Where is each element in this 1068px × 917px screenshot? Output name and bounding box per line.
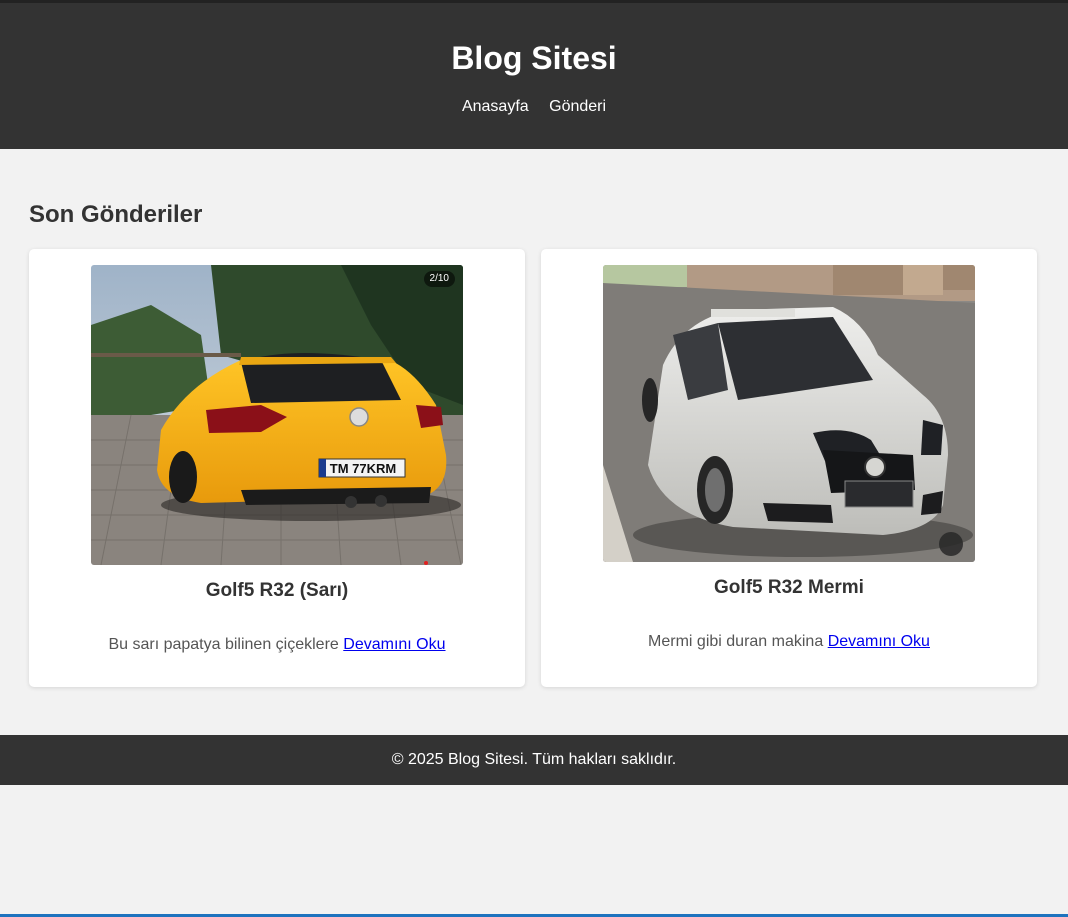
site-header: Blog Sitesi Anasayfa Gönderi: [0, 3, 1068, 149]
nav-link-anasayfa[interactable]: Anasayfa: [462, 98, 529, 115]
site-title: Blog Sitesi: [451, 40, 617, 76]
nav-link-gonderi[interactable]: Gönderi: [549, 98, 606, 115]
site-footer: © 2025 Blog Sitesi. Tüm hakları saklıdır…: [0, 735, 1068, 785]
license-plate: TM 77KRM: [330, 461, 396, 476]
main-nav: Anasayfa Gönderi: [0, 97, 1068, 117]
section-title: Son Gönderiler: [29, 201, 203, 228]
mute-icon[interactable]: [939, 532, 963, 556]
post-title: Golf5 R32 Mermi: [714, 577, 864, 598]
read-more-link[interactable]: Devamını Oku: [343, 636, 445, 653]
post-title: Golf5 R32 (Sarı): [205, 580, 349, 601]
post-excerpt-text: Mermi gibi duran makina: [648, 633, 824, 650]
copyright-text: © 2025 Blog Sitesi. Tüm hakları saklıdır…: [391, 751, 677, 768]
post-image[interactable]: TM 77KRM 2/10: [91, 265, 463, 565]
post-card: Golf5 R32 Mermi Mermi gibi duran makina …: [541, 249, 1037, 687]
white-golf-photo: [603, 265, 975, 562]
image-counter-badge: 2/10: [423, 271, 455, 287]
post-image[interactable]: [603, 265, 975, 562]
post-card: TM 77KRM 2/10 Golf5 R32 (Sarı) Bu sarı p…: [29, 249, 525, 687]
speaker-muted-icon: [939, 532, 975, 556]
post-excerpt-text: Bu sarı papatya bilinen çiçeklere: [108, 636, 339, 653]
read-more-link[interactable]: Devamını Oku: [828, 633, 930, 650]
yellow-golf-photo: TM 77KRM: [91, 265, 463, 565]
post-excerpt: Mermi gibi duran makina Devamını Oku: [541, 632, 1037, 652]
post-excerpt: Bu sarı papatya bilinen çiçeklere Devamı…: [29, 635, 525, 655]
